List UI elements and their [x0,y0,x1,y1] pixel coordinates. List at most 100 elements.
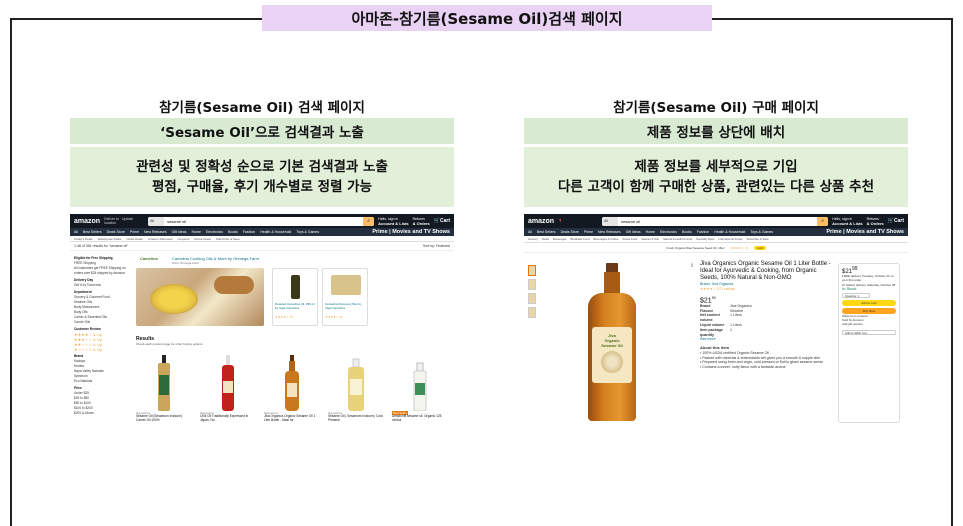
sponsor-product-title[interactable]: Camelina Discovery Box by Ogat Camelina [325,302,367,310]
filter-option[interactable]: Get It by Tomorrow [74,283,130,288]
sub-nav-item[interactable]: Specialty Diets [696,237,715,241]
nav-item[interactable]: Toys & Games [750,230,773,234]
sponsor-subtitle[interactable]: Shop Ohmega Farm [172,261,199,265]
sub-nav-item[interactable]: Beverages & Coffee [593,237,618,241]
search-input[interactable]: sesame oil [618,219,817,224]
product-rating[interactable]: ★★★★☆ 571 ratings [700,287,832,292]
cart-icon[interactable]: 🛒Cart [434,218,450,224]
thumbnail[interactable] [528,265,536,276]
nav-item[interactable]: Gift Ideas [172,230,187,234]
nav-item[interactable]: New Releases [144,230,167,234]
sponsored-ad-strip[interactable]: Fresh Organic Raw Sesame Seed Oil, 16oz … [524,243,908,253]
sub-nav-item[interactable]: Subscribe & Save [216,237,240,241]
nav-item[interactable]: Best Sellers [83,230,102,234]
quantity-select[interactable]: Quantity: 1 [842,293,870,299]
see-more-link[interactable]: See more [700,337,832,342]
add-to-list-button[interactable]: Add to Wish List [842,329,896,335]
search-bar[interactable]: All sesame oil ⌕ [148,216,375,226]
product-card[interactable]: Sponsored Sesame Oil (Sesamum Indicum) C… [136,349,192,431]
sub-nav-item[interactable]: Today's Deals [74,237,93,241]
search-bar[interactable]: All sesame oil ⌕ [602,216,829,226]
ad-product-title[interactable]: Fresh Organic Raw Sesame Seed Oil, 16oz [666,246,724,250]
product-title[interactable]: Jiva Organics Organic Sesame Oil 1 Liter… [264,414,320,423]
product-image[interactable] [404,351,436,411]
search-icon[interactable]: ⌕ [363,216,375,226]
nav-item[interactable]: Prime [584,230,593,234]
amazon-logo[interactable]: amazon [528,218,554,225]
nav-item[interactable]: Health & Household [714,230,745,234]
share-icon[interactable]: ⇪ [690,263,694,269]
product-card[interactable]: Best Seller Amazonfit sesame oil, Organi… [392,349,448,431]
nav-item[interactable]: Gift Ideas [626,230,641,234]
product-card[interactable]: Sponsored Chili Oil Traditionally Expres… [200,349,256,431]
nav-item[interactable]: All [74,230,78,234]
search-category-select[interactable]: All [602,216,619,226]
sub-nav-item[interactable]: Subscribe & Save [746,237,768,241]
nav-item[interactable]: Deals Store [107,230,125,234]
product-image[interactable] [276,351,308,411]
nav-item[interactable]: Books [228,230,238,234]
thumbnail[interactable] [528,307,536,318]
sub-nav-item[interactable]: International Foods [719,237,743,241]
nav-item[interactable]: All [528,230,532,234]
nav-item[interactable]: Deals Store [561,230,579,234]
filter-option[interactable]: Carrier Oils [74,320,130,325]
nav-item[interactable]: Books [682,230,692,234]
cart-icon[interactable]: 🛒Cart [888,218,904,224]
sub-nav-item[interactable]: Amazon Renewed [148,237,173,241]
nav-item[interactable]: New Releases [598,230,621,234]
sponsor-logo[interactable]: Camelina [140,256,158,261]
product-title[interactable]: Sesame Oil (Sesamum Indicum) Carrier Oil… [136,414,192,423]
product-card[interactable]: Sponsored Sesame Oil | Sesamum Indicum |… [328,349,384,431]
product-card[interactable]: Sponsored Jiva Organics Organic Sesame O… [264,349,320,431]
sponsor-hero-image[interactable] [136,268,264,326]
nav-item[interactable]: Electronics [660,230,677,234]
product-image[interactable] [340,351,372,411]
orders-link[interactable]: Returns & Orders [867,217,884,226]
sub-nav-item[interactable]: Snack Food [622,237,637,241]
nav-item[interactable]: Toys & Games [296,230,319,234]
thumbnail[interactable] [528,279,536,290]
search-input[interactable]: sesame oil [164,219,363,224]
product-title[interactable]: Chili Oil Traditionally Expressed in Jap… [200,414,256,423]
prime-banner[interactable]: Prime | Movies and TV Shows [372,229,450,235]
ad-add-button[interactable]: Add [754,245,766,250]
product-image[interactable] [148,351,180,411]
search-icon[interactable]: ⌕ [817,216,829,226]
deliver-to[interactable]: 📍 [558,219,598,223]
sub-nav-item[interactable]: Breakfast Food [570,237,589,241]
sub-nav-item[interactable]: Coupons [177,237,189,241]
brand-filter[interactable]: Eco Naturals [74,379,130,384]
sub-nav-item[interactable]: Grocery [528,237,538,241]
sub-nav-item[interactable]: Outlet Deals [126,237,143,241]
sub-nav-item[interactable]: Movie Deals [194,237,211,241]
sub-nav-item[interactable]: Deals [542,237,549,241]
sub-nav-item[interactable]: Sauces & Oils [641,237,659,241]
nav-item[interactable]: Home [646,230,655,234]
product-title[interactable]: Amazonfit sesame oil, Organic 125 ml/4oz [392,414,448,423]
prime-banner[interactable]: Prime | Movies and TV Shows [826,229,904,235]
account-menu[interactable]: Hello, sign in Account & Lists [378,217,408,226]
sponsor-product-title[interactable]: Roasted Camelina Oil, 250 ml by Ogat Cam… [275,302,317,310]
rating-filter[interactable]: ★☆☆☆☆ & Up [74,347,130,352]
main-product-image[interactable]: Jiva Organic Sesame Oil [582,263,642,423]
add-to-cart-button[interactable]: Add to Cart [842,300,896,307]
sponsored-brand-banner[interactable]: Camelina Camelina Cooking Oils & More by… [136,254,450,332]
nav-item[interactable]: Fashion [243,230,255,234]
sub-nav-item[interactable]: Natural & Health Foods [663,237,692,241]
search-category-select[interactable]: All [148,216,165,226]
amazon-logo[interactable]: amazon [74,218,100,225]
orders-link[interactable]: Returns & Orders [413,217,430,226]
nav-item[interactable]: Fashion [697,230,709,234]
product-title[interactable]: Sesame Oil | Sesamum Indicum | Cold Pres… [328,414,384,423]
sort-dropdown[interactable]: Sort by: Featured [423,244,450,248]
price-filter[interactable]: $200 & Above [74,411,130,416]
sub-nav-item[interactable]: Warehouse Deals [98,237,122,241]
nav-item[interactable]: Best Sellers [537,230,556,234]
account-menu[interactable]: Hello, sign in Account & Lists [832,217,862,226]
deliver-to[interactable]: Deliver to · Update location [104,217,144,225]
sub-nav-item[interactable]: Beverages [553,237,566,241]
nav-item[interactable]: Prime [130,230,139,234]
gift-options-checkbox[interactable]: Add gift options [842,322,896,326]
nav-item[interactable]: Health & Household [260,230,291,234]
